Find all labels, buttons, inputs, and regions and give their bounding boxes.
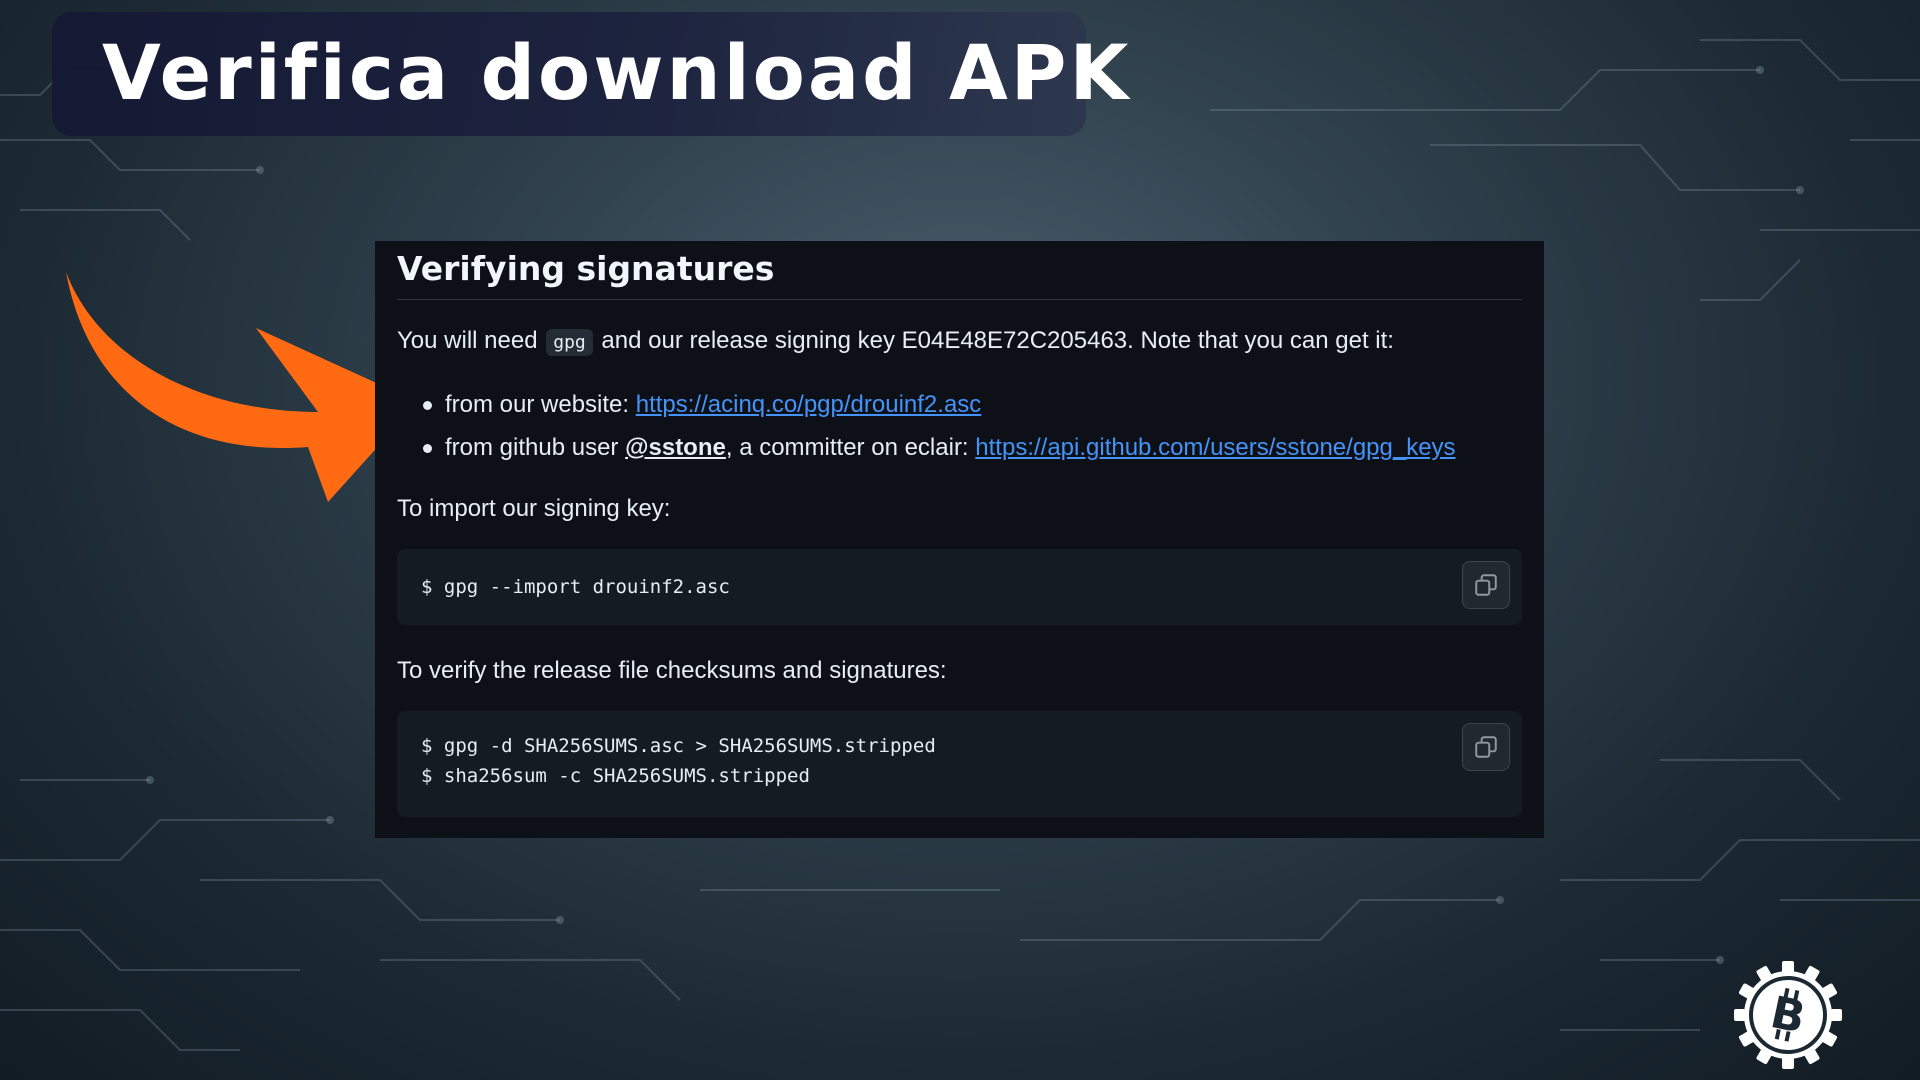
github-user-mention-link[interactable]: @sstone [625, 434, 726, 461]
gpg-inline-code: gpg [546, 329, 593, 356]
list-item: from our website: https://acinq.co/pgp/d… [397, 389, 1456, 432]
slide-title-banner: Verifica download APK [52, 12, 1128, 136]
orange-arrow-icon [66, 272, 418, 502]
copy-icon [1475, 736, 1497, 758]
bitcoin-gear-logo: B [1734, 961, 1842, 1069]
copy-import-button[interactable] [1462, 561, 1510, 609]
github-gpg-keys-link[interactable]: https://api.github.com/users/sstone/gpg_… [975, 434, 1455, 461]
import-code-block: $ gpg --import drouinf2.asc [397, 549, 1522, 625]
intro-paragraph: You will need gpg and our release signin… [397, 325, 1394, 359]
verify-code-block: $ gpg -d SHA256SUMS.asc > SHA256SUMS.str… [397, 711, 1522, 817]
signature-docs-panel: Verifying signatures You will need gpg a… [375, 241, 1544, 838]
website-source-text: from our website: [445, 391, 636, 418]
verify-label: To verify the release file checksums and… [397, 657, 947, 684]
intro-text-before: You will need [397, 327, 538, 354]
import-label: To import our signing key: [397, 495, 671, 522]
key-source-list: from our website: https://acinq.co/pgp/d… [397, 389, 1456, 475]
code-line: $ gpg --import drouinf2.asc [421, 576, 730, 598]
code-line: $ sha256sum -c SHA256SUMS.stripped [421, 765, 810, 787]
bullet-icon [423, 444, 432, 453]
code-line: $ gpg -d SHA256SUMS.asc > SHA256SUMS.str… [421, 735, 936, 757]
website-key-link[interactable]: https://acinq.co/pgp/drouinf2.asc [636, 391, 982, 418]
copy-icon [1475, 574, 1497, 596]
list-item: from github user @sstone, a committer on… [397, 432, 1456, 475]
copy-verify-button[interactable] [1462, 723, 1510, 771]
section-heading: Verifying signatures [397, 241, 1522, 300]
github-source-text: from github user [445, 434, 626, 461]
bullet-icon [423, 401, 432, 410]
committer-text: , a committer on eclair: [725, 434, 976, 461]
intro-text-after: and our release signing key E04E48E72C20… [601, 327, 1394, 354]
slide-title: Verifica download APK [102, 28, 1132, 117]
